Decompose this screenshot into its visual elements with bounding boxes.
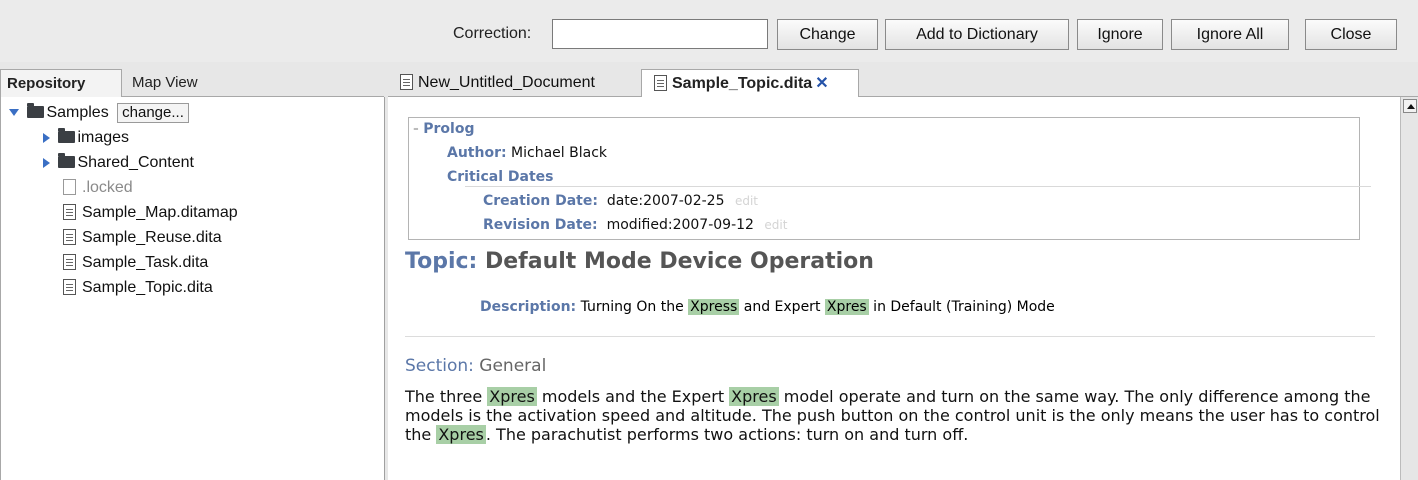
- description-text: Turning On the: [580, 299, 689, 315]
- creation-date-row: Creation Date: date:2007-02-25 edit: [483, 193, 758, 209]
- prolog-label: Prolog: [423, 121, 475, 137]
- tree-item-samples[interactable]: Samples change...: [9, 102, 189, 126]
- edit-creation-date-link[interactable]: edit: [735, 194, 758, 208]
- paragraph-text: models and the Expert: [536, 387, 730, 406]
- revision-date-label: Revision Date:: [483, 217, 598, 233]
- author-row: Author: Michael Black: [447, 145, 607, 161]
- document-icon: [400, 74, 413, 90]
- section-title-text: General: [479, 356, 547, 376]
- creation-date-label: Creation Date:: [483, 193, 598, 209]
- revision-date-value: modified:2007-09-12: [606, 217, 754, 233]
- tree-item-file[interactable]: Sample_Map.ditamap: [63, 202, 238, 226]
- creation-date-value: date:2007-02-25: [606, 193, 725, 209]
- editor-tabs: New_Untitled_Document Sample_Topic.dita ✕: [388, 69, 1418, 97]
- folder-icon: [27, 103, 45, 118]
- misspelled-word[interactable]: Xpres: [487, 387, 537, 406]
- tree-item-label: Sample_Topic.dita: [82, 279, 213, 296]
- tree-item-file[interactable]: Sample_Topic.dita: [63, 277, 213, 301]
- misspelled-word[interactable]: Xpres: [436, 425, 486, 444]
- tree-item-file[interactable]: Sample_Task.dita: [63, 252, 208, 276]
- document-icon: [63, 254, 76, 270]
- critical-dates-heading: Critical Dates: [447, 169, 553, 185]
- change-repository-button[interactable]: change...: [117, 103, 189, 123]
- topic-title-text: Default Mode Device Operation: [485, 249, 874, 274]
- document-icon: [63, 229, 76, 245]
- left-pane-tabs: Repository Map View: [0, 69, 384, 97]
- tree-item-label: Sample_Reuse.dita: [82, 229, 222, 246]
- scroll-up-arrow-icon[interactable]: [1403, 99, 1417, 113]
- tab-repository[interactable]: Repository: [0, 69, 122, 97]
- ignore-button[interactable]: Ignore: [1077, 19, 1163, 50]
- tree-item-label: Shared_Content: [77, 154, 194, 171]
- paragraph-text: . The parachutist performs two actions: …: [485, 425, 969, 444]
- critical-dates-label: Critical Dates: [447, 169, 554, 185]
- tree-item-label: .locked: [82, 179, 133, 196]
- spellcheck-toolbar: Correction: Change Add to Dictionary Ign…: [0, 0, 1418, 62]
- misspelled-word[interactable]: Xpress: [688, 299, 740, 315]
- tab-sample-topic[interactable]: Sample_Topic.dita ✕: [641, 69, 859, 97]
- document-icon: [654, 75, 667, 91]
- topic-description: Description: Turning On the Xpress and E…: [480, 299, 1055, 315]
- ignore-all-button[interactable]: Ignore All: [1171, 19, 1289, 50]
- tree-item-file[interactable]: Sample_Reuse.dita: [63, 227, 222, 251]
- misspelled-word[interactable]: Xpres: [824, 299, 869, 315]
- tree-item-shared-content[interactable]: Shared_Content: [43, 152, 194, 176]
- topic-title: Topic: Default Mode Device Operation: [405, 249, 874, 274]
- folder-icon: [58, 153, 76, 168]
- change-button[interactable]: Change: [777, 19, 878, 50]
- tree-item-label: Sample_Map.ditamap: [82, 204, 238, 221]
- tab-label: Sample_Topic.dita: [672, 75, 813, 92]
- close-button[interactable]: Close: [1305, 19, 1397, 50]
- description-text: and Expert: [739, 299, 825, 315]
- vertical-scrollbar[interactable]: [1400, 97, 1418, 480]
- description-text: in Default (Training) Mode: [868, 299, 1055, 315]
- prolog-section: - Prolog Author: Michael Black Critical …: [408, 117, 1371, 240]
- tab-label: New_Untitled_Document: [418, 74, 595, 91]
- correction-label: Correction:: [453, 25, 532, 42]
- divider: [465, 186, 1371, 187]
- tree-item-images[interactable]: images: [43, 127, 129, 151]
- author-label: Author:: [447, 145, 507, 161]
- repository-tree: Samples change... images Shared_Content …: [0, 97, 385, 480]
- tab-map-view[interactable]: Map View: [126, 69, 204, 97]
- chevron-down-icon[interactable]: [9, 109, 19, 117]
- misspelled-word[interactable]: Xpres: [729, 387, 779, 406]
- paragraph-text: The three: [405, 387, 488, 406]
- tree-item-label: Sample_Task.dita: [82, 254, 209, 271]
- topic-label: Topic:: [405, 249, 478, 274]
- tree-item-locked[interactable]: .locked: [63, 177, 133, 201]
- collapse-icon[interactable]: -: [413, 121, 419, 137]
- tree-item-label: images: [77, 129, 130, 146]
- add-to-dictionary-button[interactable]: Add to Dictionary: [885, 19, 1069, 50]
- prolog-heading[interactable]: - Prolog: [413, 121, 475, 137]
- author-value: Michael Black: [511, 145, 607, 161]
- edit-revision-date-link[interactable]: edit: [764, 218, 787, 232]
- divider: [405, 336, 1375, 337]
- chevron-right-icon[interactable]: [43, 157, 50, 168]
- tab-new-untitled-document[interactable]: New_Untitled_Document: [388, 69, 601, 97]
- document-icon: [63, 279, 76, 295]
- document-icon: [63, 204, 76, 220]
- tree-item-label: Samples: [46, 104, 109, 121]
- document-editor[interactable]: - Prolog Author: Michael Black Critical …: [388, 97, 1400, 480]
- chevron-right-icon[interactable]: [43, 132, 50, 143]
- correction-input[interactable]: [552, 19, 768, 49]
- revision-date-row: Revision Date: modified:2007-09-12 edit: [483, 217, 787, 233]
- description-label: Description:: [480, 299, 577, 315]
- blank-file-icon: [63, 179, 76, 195]
- section-paragraph[interactable]: The three Xpres models and the Expert Xp…: [405, 387, 1385, 444]
- folder-icon: [58, 128, 76, 143]
- section-title: Section: General: [405, 356, 546, 376]
- close-tab-icon[interactable]: ✕: [815, 75, 828, 92]
- section-label: Section:: [405, 356, 474, 376]
